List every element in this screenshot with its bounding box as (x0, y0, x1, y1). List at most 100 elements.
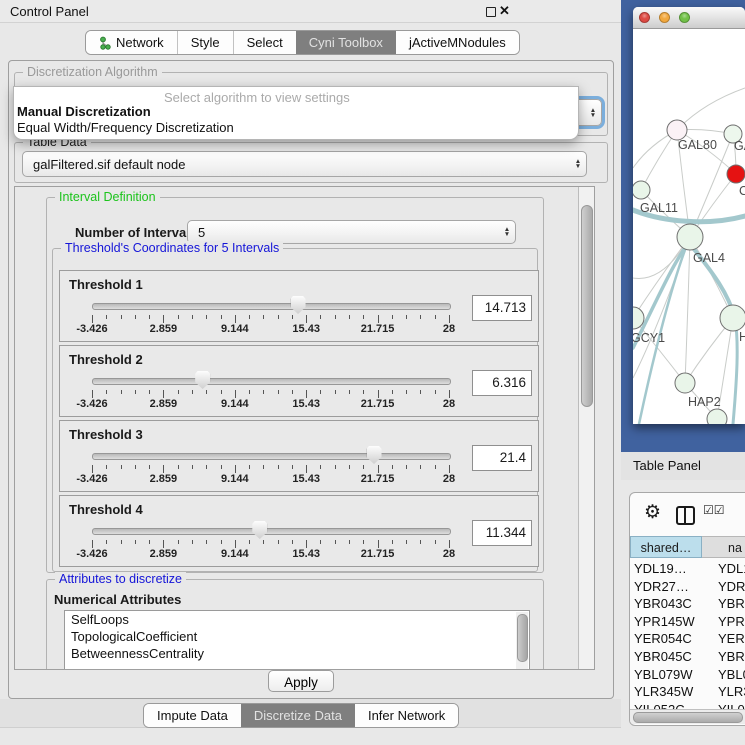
table-row[interactable]: YBR043C YBR0 (630, 595, 745, 613)
control-panel-title: Control Panel (10, 4, 89, 19)
minimize-traffic-light-icon[interactable] (659, 12, 670, 23)
cell-shared-name[interactable]: YDR27… (634, 579, 689, 594)
tick (306, 540, 307, 548)
network-node-gal80[interactable] (667, 120, 687, 140)
float-window-icon[interactable] (486, 7, 496, 17)
tick (392, 315, 393, 319)
settings-gear-icon[interactable]: ⚙ (644, 501, 661, 524)
slider-track[interactable] (92, 528, 451, 535)
table-row[interactable]: YBL079W YBL0 (630, 666, 745, 684)
tick (292, 390, 293, 394)
column-header-name[interactable]: na (702, 536, 745, 558)
network-node-gal11[interactable] (633, 181, 650, 199)
slider-track[interactable] (92, 303, 451, 310)
network-edge[interactable] (633, 318, 685, 383)
network-node-hap2[interactable] (675, 373, 695, 393)
settings-scrollbar-thumb[interactable] (581, 205, 593, 407)
cell-shared-name[interactable]: YBL079W (634, 667, 693, 682)
split-columns-icon[interactable] (676, 506, 695, 525)
node-label: H (739, 330, 745, 344)
table-row[interactable]: YDL19… YDL1 (630, 560, 745, 578)
network-window-titlebar[interactable] (633, 7, 745, 29)
list-scrollbar[interactable] (516, 612, 528, 670)
apply-button[interactable]: Apply (268, 670, 334, 692)
attribute-list-item[interactable]: TopologicalCoefficient (65, 628, 529, 645)
network-edge[interactable] (685, 237, 690, 383)
tick (92, 465, 93, 473)
tab-style[interactable]: Style (177, 31, 233, 54)
algorithm-option-manual[interactable]: Manual Discretization (17, 104, 151, 119)
network-node-gal4[interactable] (677, 224, 703, 250)
tick (135, 390, 136, 394)
tab-discretize-data[interactable]: Discretize Data (241, 704, 355, 727)
tick (363, 315, 364, 319)
network-node-h[interactable] (720, 305, 745, 331)
node-label: GCY1 (633, 331, 665, 345)
network-view-window[interactable]: GAL80GACGAL11GAL4GCY1HHAP2 (633, 7, 745, 424)
cell-name[interactable]: YDR2 (718, 579, 745, 594)
tab-network[interactable]: Network (86, 31, 177, 54)
network-canvas[interactable]: GAL80GACGAL11GAL4GCY1HHAP2 (633, 28, 745, 424)
number-of-intervals-label: Number of Intervals (75, 225, 197, 240)
threshold-value-field[interactable]: 11.344 (472, 520, 532, 546)
numerical-attributes-list[interactable]: SelfLoopsTopologicalCoefficientBetweenne… (64, 610, 530, 670)
cell-name[interactable]: YER0 (718, 631, 745, 646)
cell-shared-name[interactable]: YBR043C (634, 596, 692, 611)
threshold-value-field[interactable]: 14.713 (472, 295, 532, 321)
tab-select[interactable]: Select (233, 31, 296, 54)
cell-shared-name[interactable]: YPR145W (634, 614, 695, 629)
slider-thumb[interactable] (195, 371, 210, 389)
network-edge[interactable] (677, 88, 745, 130)
column-header-shared-name[interactable]: shared… (630, 536, 702, 558)
cell-name[interactable]: YBL0 (718, 667, 745, 682)
table-row[interactable]: YPR145W YPR1 (630, 613, 745, 631)
network-node-unlabeled[interactable] (707, 409, 727, 424)
slider-track[interactable] (92, 378, 451, 385)
cell-name[interactable]: YDL1 (718, 561, 745, 576)
cell-shared-name[interactable]: YLR345W (634, 684, 693, 699)
tab-jactivemnodules[interactable]: jActiveMNodules (396, 31, 519, 54)
table-row[interactable]: YLR345W YLR3 (630, 683, 745, 701)
slider-thumb[interactable] (367, 446, 382, 464)
close-traffic-light-icon[interactable] (639, 12, 650, 23)
tick (378, 315, 379, 323)
cell-shared-name[interactable]: YDL19… (634, 561, 687, 576)
cell-name[interactable]: YPR1 (718, 614, 745, 629)
attribute-list-item[interactable]: SelfLoops (65, 611, 529, 628)
table-row[interactable]: YDR27… YDR2 (630, 578, 745, 596)
tab-impute-data[interactable]: Impute Data (144, 704, 241, 727)
network-edge[interactable] (633, 237, 690, 318)
network-edge-highlighted[interactable] (733, 318, 737, 424)
node-label: GA (734, 139, 745, 153)
cell-name[interactable]: YLR3 (718, 684, 745, 699)
table-data-combobox[interactable]: galFiltered.sif default node ▲▼ (22, 151, 587, 177)
attribute-list-item[interactable]: BetweennessCentrality (65, 645, 529, 662)
algorithm-placeholder-item[interactable]: Select algorithm to view settings (164, 90, 350, 105)
cell-name[interactable]: YBR0 (718, 596, 745, 611)
table-row[interactable]: YBR045C YBR0 (630, 648, 745, 666)
cell-name[interactable]: YBR0 (718, 649, 745, 664)
screen: Control Panel ✕ Network Style SelectCyni T… (0, 0, 745, 745)
slider-thumb[interactable] (252, 521, 267, 539)
settings-scrollbar[interactable] (578, 187, 594, 669)
table-hscrollbar[interactable] (630, 709, 745, 724)
tab-label: Style (191, 35, 220, 50)
tick (92, 540, 93, 548)
close-icon[interactable]: ✕ (499, 3, 510, 19)
tick (292, 540, 293, 544)
network-node-c[interactable] (727, 165, 745, 183)
slider-track[interactable] (92, 453, 451, 460)
tick (206, 390, 207, 394)
algorithm-option-equal-width[interactable]: Equal Width/Frequency Discretization (17, 120, 234, 135)
select-columns-checkbox-icon[interactable]: ☑☑ (703, 503, 725, 517)
threshold-value-field[interactable]: 6.316 (472, 370, 532, 396)
tab-infer-network[interactable]: Infer Network (355, 704, 458, 727)
tab-cyni-toolbox[interactable]: Cyni Toolbox (296, 31, 396, 54)
slider-thumb[interactable] (291, 296, 306, 314)
table-row[interactable]: YER054C YER0 (630, 630, 745, 648)
threshold-value-field[interactable]: 21.4 (472, 445, 532, 471)
tick (435, 315, 436, 319)
cell-shared-name[interactable]: YER054C (634, 631, 692, 646)
zoom-traffic-light-icon[interactable] (679, 12, 690, 23)
cell-shared-name[interactable]: YBR045C (634, 649, 692, 664)
